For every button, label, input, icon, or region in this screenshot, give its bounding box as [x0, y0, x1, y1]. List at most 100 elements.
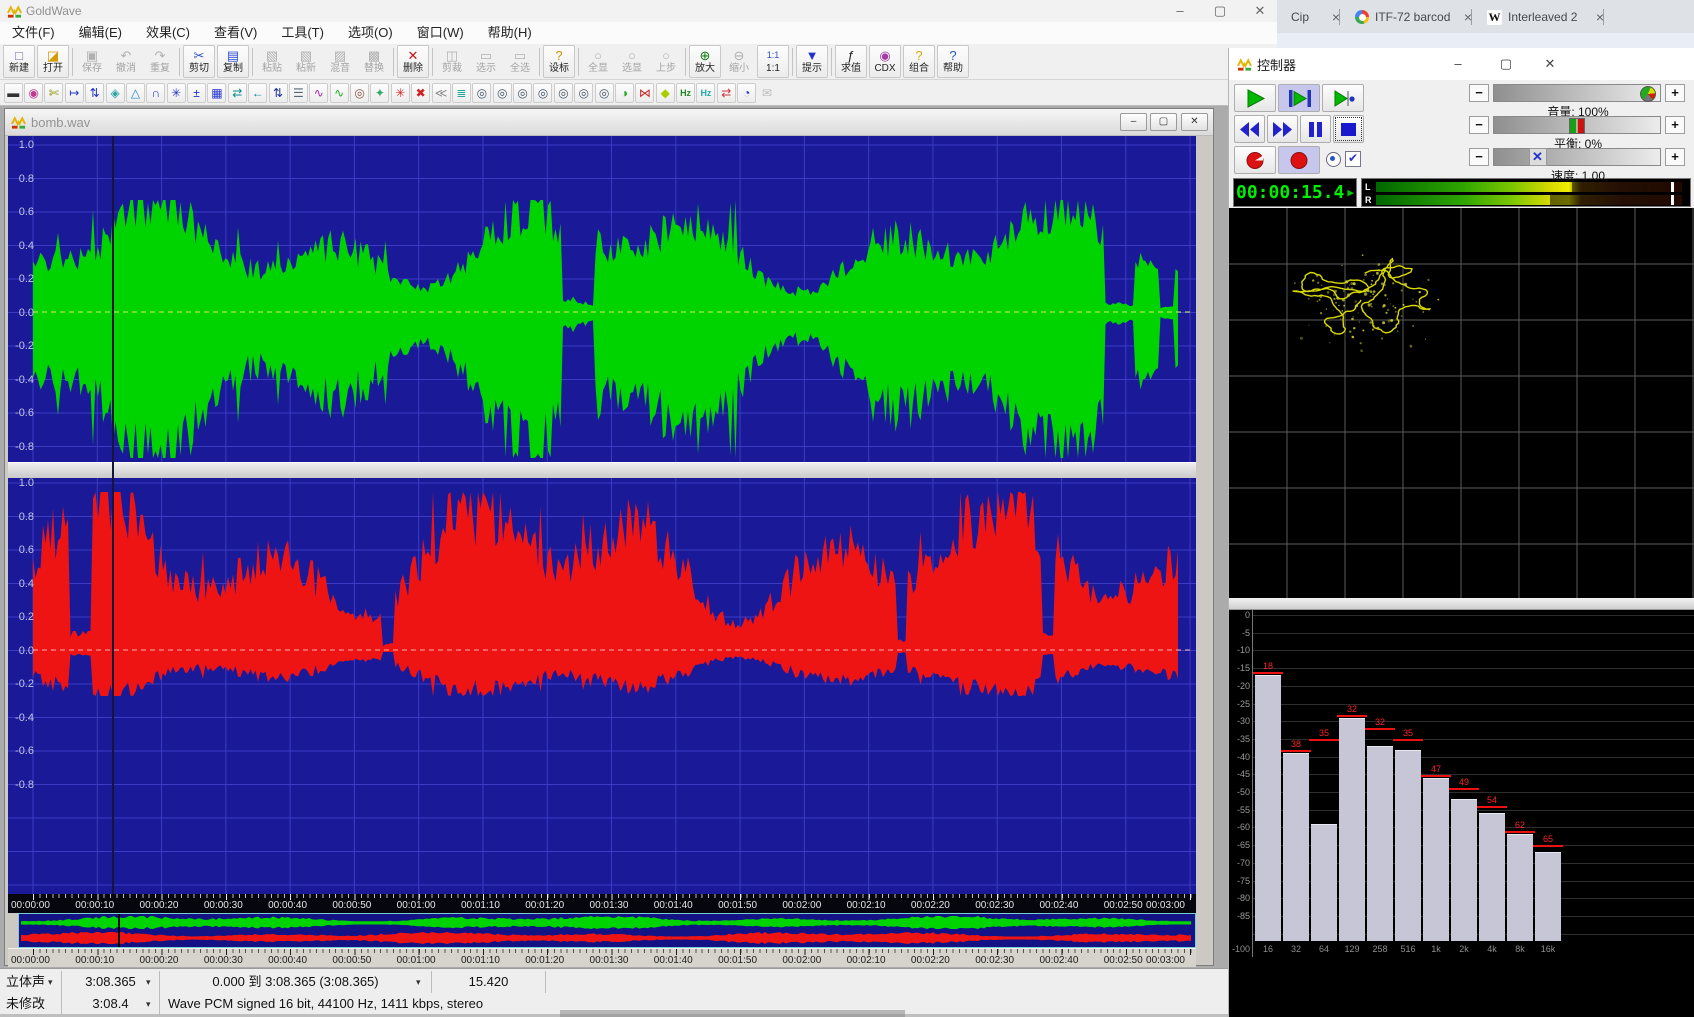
fx-volume-knob-2-button[interactable]: ◎ — [493, 83, 512, 103]
menu-item-查看[interactable]: 查看(V) — [202, 22, 269, 44]
toolbar-zoom-1-1-button[interactable]: 1:11:1 — [757, 45, 789, 78]
play-from-cursor-button[interactable] — [1322, 84, 1364, 112]
fx-crackle-button[interactable]: ✳ — [391, 83, 410, 103]
tab-close-icon[interactable]: × — [1461, 9, 1475, 25]
fx-balance-knob-button[interactable]: ◑ — [615, 83, 634, 103]
fast-forward-button[interactable] — [1267, 115, 1298, 143]
toolbar-new-button[interactable]: □新建 — [3, 45, 35, 78]
fx-flip-button[interactable]: ⇅ — [269, 83, 288, 103]
monitor-checkbox[interactable]: ✔ — [1345, 151, 1361, 167]
browser-tab-cip[interactable]: Cip× — [1283, 4, 1351, 30]
chevron-down-icon[interactable]: ▾ — [416, 971, 421, 993]
slider-volume-increase-button[interactable]: + — [1665, 84, 1685, 102]
toolbar-hints-button[interactable]: ▼提示 — [796, 45, 828, 78]
doc-minimize-button[interactable]: – — [1120, 113, 1147, 131]
close-button[interactable]: ✕ — [1243, 0, 1277, 22]
overview-time-ruler[interactable]: 00:00:0000:00:1000:00:2000:00:3000:00:40… — [8, 948, 1196, 967]
controller-minimize-button[interactable]: – — [1439, 53, 1477, 75]
slider-balance-increase-button[interactable]: + — [1665, 116, 1685, 134]
fx-spectrum-filter-button[interactable]: ≣ — [452, 83, 471, 103]
toolbar-zoom-in-button[interactable]: ⊕放大 — [689, 45, 721, 78]
fx-playback-rate-button[interactable]: ◔ — [737, 83, 756, 103]
fx-voice-over-button[interactable]: ⋈ — [635, 83, 654, 103]
fx-volume-knob-5-button[interactable]: ◎ — [554, 83, 573, 103]
left-channel-waveform-pane[interactable]: 1.00.80.60.40.20.0-0.2-0.4-0.6-0.8 — [8, 136, 1196, 462]
fx-volume-knob-4-button[interactable]: ◎ — [533, 83, 552, 103]
fx-pan-button[interactable]: ▦ — [207, 83, 226, 103]
document-titlebar[interactable]: bomb.wav – ▢ ✕ — [5, 109, 1213, 136]
play-selection-button[interactable] — [1278, 84, 1320, 112]
fx-x-crossfade-button[interactable]: ✄ — [44, 83, 63, 103]
fx-rewind-effect-button[interactable]: ← — [248, 83, 267, 103]
slider-balance-decrease-button[interactable]: − — [1469, 116, 1489, 134]
toolbar-compose-button[interactable]: ?组合 — [903, 45, 935, 78]
monitor-radio[interactable] — [1326, 152, 1341, 167]
overview-strip[interactable] — [18, 913, 1196, 948]
slider-balance-thumb[interactable] — [1569, 118, 1585, 134]
controller-maximize-button[interactable]: ▢ — [1487, 53, 1525, 75]
fx-shape-volume-button[interactable]: ◆ — [656, 83, 675, 103]
menu-item-文件[interactable]: 文件(F) — [0, 22, 67, 44]
rewind-button[interactable] — [1234, 115, 1265, 143]
record-selection-button[interactable] — [1278, 146, 1320, 174]
fx-echo-button[interactable]: ◈ — [106, 83, 125, 103]
fx-volume-knob-3-button[interactable]: ◎ — [513, 83, 532, 103]
doc-maximize-button[interactable]: ▢ — [1150, 113, 1177, 131]
fx-volume-knob-1-button[interactable]: ◎ — [472, 83, 491, 103]
tab-close-icon[interactable]: × — [1329, 9, 1343, 25]
tab-close-icon[interactable]: × — [1593, 9, 1607, 25]
status-selection[interactable]: 0.000 到 3:08.365 (3:08.365) ▾ — [160, 971, 432, 993]
slider-speed-track[interactable]: ✕ — [1493, 148, 1661, 166]
fx-stretch-button[interactable]: ⇅ — [85, 83, 104, 103]
fx-pop-removal-button[interactable]: ✖ — [411, 83, 430, 103]
fx-noise-reduction-button[interactable]: ∿ — [309, 83, 328, 103]
toolbar-cut-button[interactable]: ✂剪切 — [183, 45, 215, 78]
record-button[interactable] — [1234, 146, 1276, 174]
pause-button[interactable] — [1300, 115, 1331, 143]
slider-volume-decrease-button[interactable]: − — [1469, 84, 1489, 102]
fx-dynamics-button[interactable]: △ — [126, 83, 145, 103]
fx-volume-knob-6-button[interactable]: ◎ — [574, 83, 593, 103]
minimize-button[interactable]: – — [1163, 0, 1197, 22]
toolbar-help-button[interactable]: ?帮助 — [937, 45, 969, 78]
fx-resample-button[interactable]: Hz — [696, 83, 715, 103]
fx-reverse-button[interactable]: ⇄ — [228, 83, 247, 103]
doc-close-button[interactable]: ✕ — [1181, 113, 1208, 131]
chevron-down-icon[interactable]: ▾ — [48, 971, 53, 993]
slider-speed-increase-button[interactable]: + — [1665, 148, 1685, 166]
slider-balance-track[interactable] — [1493, 116, 1661, 134]
maximize-button[interactable]: ▢ — [1203, 0, 1237, 22]
toolbar-evaluate-button[interactable]: ƒ求值 — [835, 45, 867, 78]
fx-insert-silence-button[interactable]: ↦ — [65, 83, 84, 103]
fx-smooth-arrows-button[interactable]: ≪ — [432, 83, 451, 103]
fx-volume-knob-7-button[interactable]: ◎ — [595, 83, 614, 103]
slider-volume-track[interactable] — [1493, 84, 1661, 102]
fx-filter-button[interactable]: ∩ — [146, 83, 165, 103]
fx-offset-button[interactable]: ± — [187, 83, 206, 103]
chevron-down-icon[interactable]: ▾ — [146, 993, 151, 1015]
playback-cursor[interactable] — [112, 136, 114, 894]
fx-mechanize-button[interactable]: ✳ — [167, 83, 186, 103]
menu-item-效果[interactable]: 效果(C) — [134, 22, 202, 44]
toolbar-cdx-button[interactable]: ◉CDX — [869, 45, 901, 78]
fx-equalizer-button[interactable]: ☰ — [289, 83, 308, 103]
menu-item-编辑[interactable]: 编辑(E) — [67, 22, 134, 44]
chevron-down-icon[interactable]: ▾ — [146, 971, 151, 993]
fx-smoother-button[interactable]: ∿ — [330, 83, 349, 103]
menu-item-窗口[interactable]: 窗口(W) — [405, 22, 476, 44]
fx-time-warp-button[interactable]: ⇄ — [717, 83, 736, 103]
right-channel-waveform-pane[interactable]: 1.00.80.60.40.20.0-0.2-0.4-0.6-0.8 — [8, 478, 1196, 894]
toolbar-delete-button[interactable]: ✕删除 — [397, 45, 429, 78]
slider-speed-thumb[interactable]: ✕ — [1529, 148, 1547, 166]
toolbar-copy-button[interactable]: ▤复制 — [217, 45, 249, 78]
controller-titlebar[interactable]: 控制器 – ▢ ✕ — [1229, 48, 1694, 80]
play-button[interactable] — [1234, 84, 1276, 112]
fx-cd-audio-button[interactable]: ◎ — [350, 83, 369, 103]
slider-speed-decrease-button[interactable]: − — [1469, 148, 1489, 166]
controller-splitter[interactable] — [1229, 598, 1694, 610]
browser-tab-interleaved[interactable]: WInterleaved 2× — [1479, 4, 1615, 30]
menu-item-工具[interactable]: 工具(T) — [269, 22, 336, 44]
toolbar-open-button[interactable]: ◪打开 — [37, 45, 69, 78]
time-axis[interactable]: 00:00:0000:00:1000:00:2000:00:3000:00:40… — [8, 894, 1196, 913]
menu-item-选项[interactable]: 选项(O) — [336, 22, 405, 44]
